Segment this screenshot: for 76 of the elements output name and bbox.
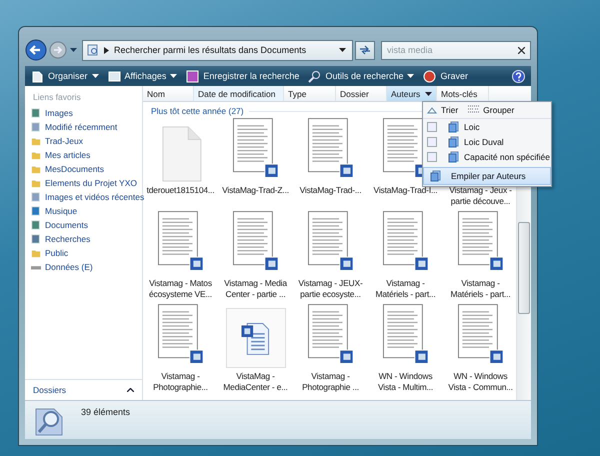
file-name: Vistamag - JEUX- partie ecosyste... <box>298 278 363 300</box>
stack-icon <box>448 136 459 148</box>
column-header[interactable]: Type <box>284 86 336 101</box>
forward-button[interactable] <box>49 41 67 59</box>
magnifier-icon <box>308 70 322 82</box>
column-header[interactable]: Auteurs <box>387 86 437 101</box>
group-header[interactable]: Plus tôt cette année (27) <box>151 106 244 116</box>
stack-by-authors[interactable]: Empiler par Auteurs <box>423 167 551 185</box>
file-name: VistaMag-Trad-I... <box>374 185 438 196</box>
group-button[interactable]: Grouper <box>468 105 514 115</box>
file-name: Vistamag - Photographie ... <box>302 371 359 393</box>
stack-icon <box>448 150 459 162</box>
column-header[interactable]: Date de modification <box>194 86 284 101</box>
file-name: VistaMag-Trad-Z... <box>222 185 289 196</box>
favorite-link[interactable]: Images <box>31 106 142 120</box>
back-button[interactable] <box>25 39 47 61</box>
address-field[interactable]: Rechercher parmi les résultats dans Documents <box>82 40 353 60</box>
favorite-link[interactable]: Documents <box>31 218 142 232</box>
favorite-link[interactable]: MesDocuments <box>31 162 142 176</box>
file-name: Vistamag - Photographie... <box>153 371 208 393</box>
favorite-link[interactable]: Musique <box>31 204 142 218</box>
file-name: VistaMag - MediaCenter - e... <box>223 371 288 393</box>
favorite-link[interactable]: Modifié récemment <box>31 120 142 134</box>
pages-icon <box>31 70 44 82</box>
toolbar-button[interactable]: Outils de recherche <box>308 70 414 82</box>
chevron-icon <box>104 46 109 54</box>
caret-icon[interactable] <box>70 48 77 52</box>
file-name: Vistamag - Matos écosysteme VE... <box>149 278 212 300</box>
disc-icon <box>423 70 436 82</box>
file-name: Vistamag - Media Center - partie ... <box>224 278 287 300</box>
section-title: Liens favoris <box>33 92 82 102</box>
toolbar-button[interactable]: Enregistrer la recherche <box>186 70 300 82</box>
stack-icon <box>430 170 441 182</box>
refresh-button[interactable] <box>355 40 375 60</box>
favorite-link[interactable]: Public <box>31 246 142 260</box>
word-document-icon[interactable] <box>226 308 286 368</box>
favorite-link[interactable]: Images et vidéos récentes <box>31 190 142 204</box>
favorite-link[interactable]: Recherches <box>31 232 142 246</box>
dropdown-icon <box>425 92 432 96</box>
sort-icon <box>427 106 437 114</box>
author-filter[interactable]: Capacité non spécifiée <box>423 149 551 164</box>
file-name: Vistamag - Matériels - part... <box>450 278 510 300</box>
stack-icon <box>448 120 459 132</box>
favorite-link[interactable]: Mes articles <box>31 148 142 162</box>
toolbar-button[interactable]: Affichages <box>108 70 178 82</box>
folder-icon <box>31 248 41 258</box>
favorite-link[interactable]: Trad-Jeux <box>31 134 142 148</box>
group-icon <box>468 105 480 115</box>
file-name: WN - Windows Vista - Commun... <box>448 371 513 393</box>
toolbar-button[interactable]: Organiser <box>31 70 99 82</box>
item-count: 39 éléments <box>81 407 130 417</box>
favorite-link[interactable]: Données (E) <box>31 260 142 274</box>
checkbox[interactable] <box>427 136 437 146</box>
caret-icon <box>92 74 99 78</box>
search-folder-icon <box>87 44 99 56</box>
file-name: VistaMag-Trad-... <box>300 185 362 196</box>
help-icon[interactable] <box>512 70 525 82</box>
toolbar-button[interactable]: Graver <box>423 70 468 82</box>
file-name: Vistamag - Jeux - partie découve... <box>449 185 512 207</box>
file-name: WN - Windows Vista - Multim... <box>378 371 433 393</box>
checkbox[interactable] <box>427 122 437 132</box>
address-path: Rechercher parmi les résultats dans Documents <box>114 45 308 55</box>
chevron-up-icon <box>127 388 134 392</box>
sort-button[interactable]: Trier <box>427 105 458 115</box>
arrows-icon <box>359 45 371 55</box>
caret-icon <box>170 74 178 78</box>
author-filter[interactable]: Loic <box>423 119 551 134</box>
dropdown-icon[interactable] <box>339 48 346 52</box>
checkbox[interactable] <box>427 152 437 162</box>
author-filter[interactable]: Loic Duval <box>423 134 551 149</box>
window-icon <box>108 70 121 82</box>
file-name: tderouet1815104... <box>146 185 214 196</box>
favorite-link[interactable]: Elements du Projet YXO <box>31 176 142 190</box>
caret-icon <box>407 74 414 78</box>
clear-icon[interactable] <box>518 46 525 54</box>
file-name: Vistamag - Matériels - part... <box>376 278 436 300</box>
